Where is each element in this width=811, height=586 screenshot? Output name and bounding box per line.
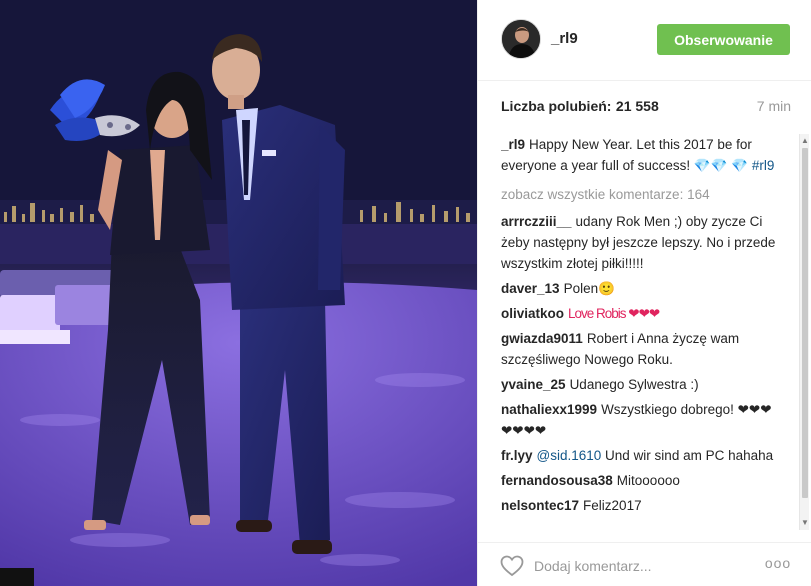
comments-list: _rl9 Happy New Year. Let this 2017 be for…: [501, 134, 781, 540]
comment-item: nelsontec17 Feliz2017: [501, 495, 781, 516]
add-comment-input[interactable]: [534, 553, 754, 579]
comment-item: gwiazda9011 Robert i Anna życzę wam szczę…: [501, 328, 781, 370]
comment-item: nathaliexx1999 Wszystkiego dobrego! ❤❤❤❤❤…: [501, 399, 781, 441]
comment-username[interactable]: fr.lyy: [501, 448, 533, 463]
view-all-comments-link[interactable]: zobacz wszystkie komentarze: 164: [501, 184, 781, 205]
post-side-panel: _rl9 Obserwowanie Liczba polubień: 21 55…: [477, 0, 811, 586]
comment-text: Und wir sind am PC hahaha: [605, 448, 774, 463]
comment-text: Feliz2017: [583, 498, 642, 513]
comment-footer: ooo: [478, 542, 811, 586]
caption-emoji: 💎💎 💎: [693, 158, 749, 173]
scroll-up-arrow-icon[interactable]: ▲: [801, 136, 809, 146]
post-header: _rl9 Obserwowanie: [478, 0, 811, 81]
comment-item: daver_13 Polen🙂: [501, 278, 781, 299]
avatar[interactable]: [501, 19, 541, 59]
comments-scrollbar[interactable]: ▲ ▼: [799, 134, 809, 530]
caption-hashtag[interactable]: #rl9: [752, 158, 775, 173]
comment-item: fernandosousa38 Mitoooooo: [501, 470, 781, 491]
comment-username[interactable]: fernandosousa38: [501, 473, 613, 488]
photo-corner-tab: [0, 568, 34, 586]
comment-item: arrrczziii__ udany Rok Men ;) oby zycze C…: [501, 211, 781, 274]
comment-username[interactable]: gwiazda9011: [501, 331, 583, 346]
comment-username[interactable]: daver_13: [501, 281, 560, 296]
follow-button[interactable]: Obserwowanie: [657, 24, 790, 55]
post-photo[interactable]: [0, 0, 477, 586]
comment-username[interactable]: yvaine_25: [501, 377, 566, 392]
comment-text: Mitoooooo: [616, 473, 680, 488]
comment-text: Love Robis ❤❤❤: [568, 306, 660, 321]
comment-item: oliviatkoo Love Robis ❤❤❤: [501, 303, 781, 324]
likes-label: Liczba polubień:: [501, 98, 612, 114]
avatar-image: [502, 20, 540, 58]
username[interactable]: _rl9: [551, 30, 578, 47]
comment-username[interactable]: oliviatkoo: [501, 306, 564, 321]
comment-username[interactable]: nelsontec17: [501, 498, 579, 513]
comment-text: Polen🙂: [563, 281, 615, 296]
more-options-icon[interactable]: ooo: [763, 555, 793, 575]
comment-text: Udanego Sylwestra :): [569, 377, 699, 392]
likes-row: Liczba polubień: 21 558 7 min: [501, 98, 791, 118]
scrollbar-thumb[interactable]: [802, 148, 808, 498]
scroll-down-arrow-icon[interactable]: ▼: [801, 518, 809, 528]
comment-item: fr.lyy @sid.1610 Und wir sind am PC hahah…: [501, 445, 781, 466]
comment-username[interactable]: arrrczziii__: [501, 214, 572, 229]
caption: _rl9 Happy New Year. Let this 2017 be for…: [501, 134, 781, 176]
comment-item: yvaine_25 Udanego Sylwestra :): [501, 374, 781, 395]
caption-username[interactable]: _rl9: [501, 137, 525, 152]
likes-count[interactable]: 21 558: [616, 98, 659, 114]
post-time[interactable]: 7 min: [757, 98, 791, 114]
heart-outline-icon[interactable]: [500, 555, 524, 577]
comment-mention[interactable]: @sid.1610: [537, 448, 602, 463]
comment-username[interactable]: nathaliexx1999: [501, 402, 597, 417]
post-photo-illustration: [0, 0, 477, 586]
